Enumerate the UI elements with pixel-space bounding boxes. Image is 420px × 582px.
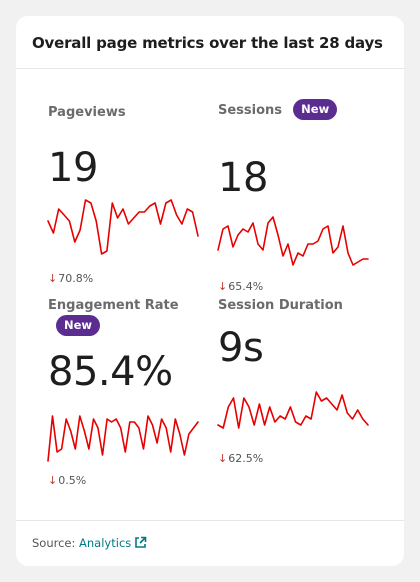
metrics-card: Overall page metrics over the last 28 da…	[16, 16, 404, 566]
sparkline	[217, 216, 369, 266]
metric-pageviews: Pageviews 19 ↓70.8%	[47, 100, 208, 290]
external-link-icon	[135, 536, 147, 548]
metric-value: 9s	[218, 325, 264, 371]
footer-divider	[16, 520, 404, 521]
trend-down-icon: ↓	[48, 272, 58, 285]
source-prefix: Source:	[32, 536, 80, 550]
metric-value: 18	[218, 155, 268, 201]
change-value: 0.5%	[58, 474, 87, 487]
card-title: Overall page metrics over the last 28 da…	[32, 34, 383, 52]
metric-label: Sessions	[218, 103, 283, 118]
sparkline	[217, 391, 369, 429]
source-line: Source: Analytics	[32, 536, 147, 550]
trend-down-icon: ↓	[218, 280, 228, 293]
metric-label: Engagement Rate	[48, 298, 179, 313]
change-indicator: ↓62.5%	[218, 452, 263, 465]
change-value: 70.8%	[58, 272, 94, 285]
analytics-link[interactable]: Analytics	[79, 536, 147, 550]
metric-session-duration: Session Duration 9s ↓62.5%	[217, 294, 378, 484]
new-badge: New	[56, 315, 101, 336]
metric-value: 19	[48, 145, 98, 191]
metric-sessions: Sessions New 18 ↓65.4%	[217, 99, 378, 293]
metric-engagement-rate: Engagement Rate New 85.4% ↓0.5%	[47, 294, 208, 494]
metric-label: Session Duration	[218, 298, 343, 313]
analytics-link-label: Analytics	[79, 536, 132, 550]
metric-value: 85.4%	[48, 349, 173, 395]
trend-down-icon: ↓	[48, 474, 58, 487]
change-value: 62.5%	[228, 452, 264, 465]
header-divider	[16, 68, 404, 69]
metric-label: Pageviews	[48, 105, 126, 120]
sparkline	[47, 199, 199, 255]
change-value: 65.4%	[228, 280, 264, 293]
trend-down-icon: ↓	[218, 452, 228, 465]
change-indicator: ↓65.4%	[218, 280, 263, 293]
sparkline	[47, 415, 199, 462]
new-badge: New	[293, 99, 338, 120]
change-indicator: ↓70.8%	[48, 272, 93, 285]
change-indicator: ↓0.5%	[48, 474, 86, 487]
